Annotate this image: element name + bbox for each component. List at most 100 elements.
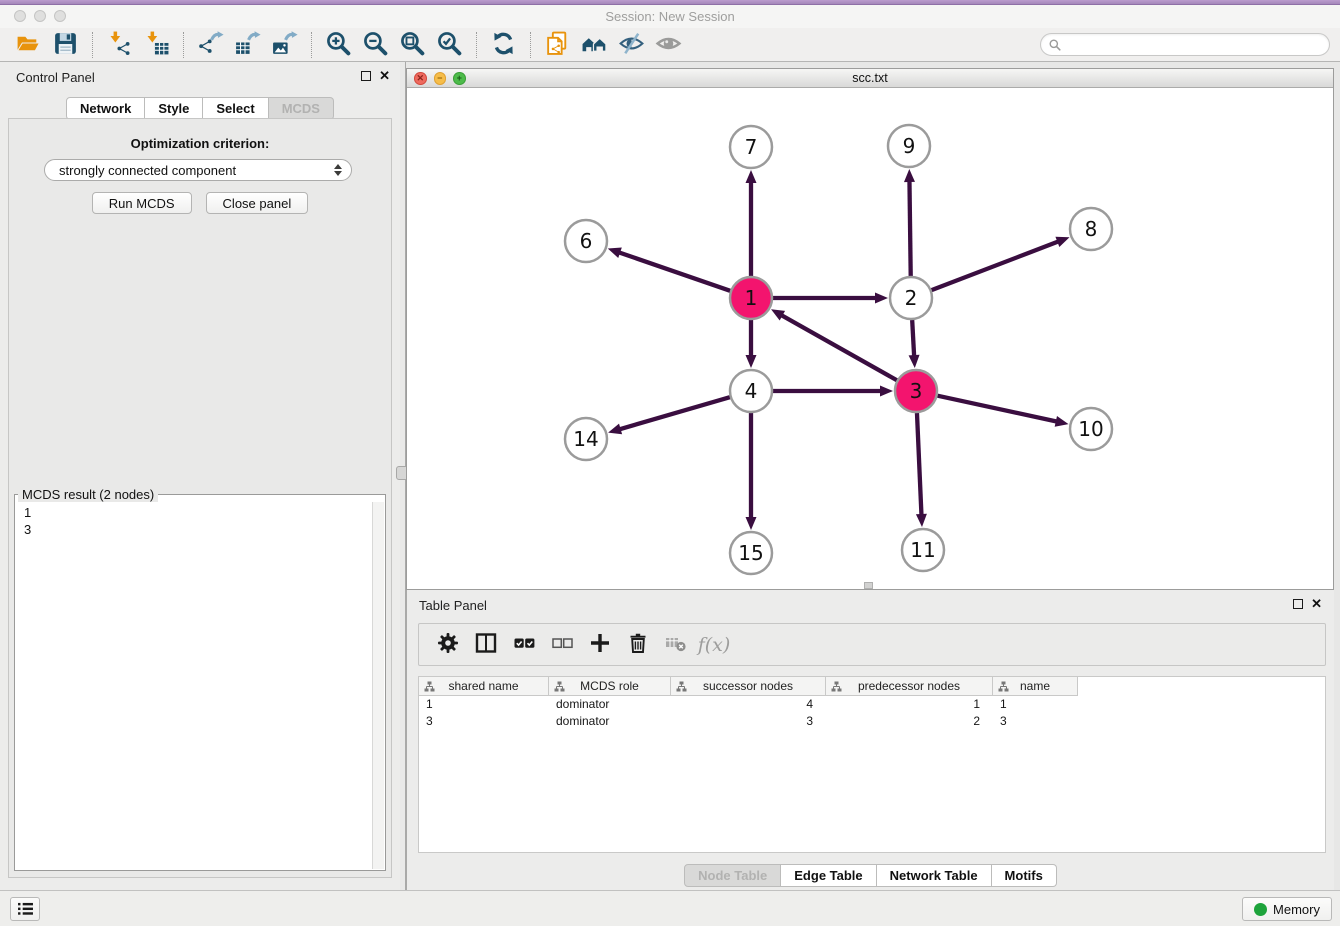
clone-network-button[interactable] — [539, 30, 576, 60]
svg-text:1: 1 — [745, 286, 758, 310]
home-button[interactable] — [576, 30, 613, 60]
network-window-titlebar[interactable]: ✕ − + scc.txt — [407, 69, 1333, 88]
graph-node-14[interactable]: 14 — [565, 418, 607, 460]
graph-edge-1-2[interactable] — [773, 293, 888, 304]
column-header-shared-name[interactable]: shared name — [419, 677, 549, 696]
control-panel: Control Panel ✕ NetworkStyleSelectMCDS O… — [0, 62, 400, 890]
svg-text:10: 10 — [1078, 417, 1103, 441]
select-all-button[interactable] — [505, 628, 543, 662]
refresh-button[interactable] — [485, 30, 522, 60]
function-builder-button: f(x) — [695, 628, 733, 662]
graph-edge-3-10[interactable] — [937, 396, 1068, 427]
import-network-button[interactable] — [101, 30, 138, 60]
graph-node-8[interactable]: 8 — [1070, 208, 1112, 250]
vizmapper-button[interactable] — [613, 30, 650, 60]
zoom-fit-button[interactable] — [394, 30, 431, 60]
network-canvas[interactable]: 7 9 6 8 1 2 4 3 14 10 15 11 — [407, 89, 1333, 589]
memory-button[interactable]: Memory — [1242, 897, 1332, 921]
graph-node-6[interactable]: 6 — [565, 220, 607, 262]
cell-shared-name: 3 — [419, 713, 549, 730]
graph-edge-1-6[interactable] — [608, 248, 730, 291]
float-table-panel-icon[interactable] — [1293, 599, 1303, 609]
toolbar-separator — [476, 32, 477, 58]
tab-style[interactable]: Style — [145, 97, 203, 120]
run-mcds-button[interactable]: Run MCDS — [92, 192, 192, 214]
export-network-button[interactable] — [192, 30, 229, 60]
import-table-icon — [143, 30, 170, 60]
deselect-all-button[interactable] — [543, 628, 581, 662]
criterion-select[interactable]: strongly connected component — [44, 159, 352, 181]
delete-table-icon — [664, 631, 688, 658]
graph-edge-3-1[interactable] — [771, 309, 897, 380]
tab-motifs[interactable]: Motifs — [992, 864, 1057, 887]
column-header-MCDS-role[interactable]: MCDS role — [549, 677, 671, 696]
canvas-splitter-handle-icon[interactable] — [864, 582, 873, 589]
import-table-button[interactable] — [138, 30, 175, 60]
tab-node-table[interactable]: Node Table — [684, 864, 781, 887]
control-panel-controls: ✕ — [361, 70, 390, 82]
graph-node-10[interactable]: 10 — [1070, 408, 1112, 450]
tab-network[interactable]: Network — [66, 97, 145, 120]
graph-edge-2-3[interactable] — [909, 320, 920, 368]
show-columns-icon — [474, 631, 498, 658]
tab-select[interactable]: Select — [203, 97, 268, 120]
task-history-button[interactable] — [10, 897, 40, 921]
eye-button[interactable] — [650, 30, 687, 60]
tab-mcds[interactable]: MCDS — [269, 97, 334, 120]
result-scrollbar[interactable] — [372, 502, 384, 869]
tab-edge-table[interactable]: Edge Table — [781, 864, 876, 887]
graph-edge-4-3[interactable] — [773, 386, 893, 397]
graph-node-15[interactable]: 15 — [730, 532, 772, 574]
graph-edge-4-15[interactable] — [746, 413, 757, 530]
export-image-icon — [271, 30, 298, 60]
graph-node-1[interactable]: 1 — [730, 277, 772, 319]
add-row-button[interactable] — [581, 628, 619, 662]
show-columns-button[interactable] — [467, 628, 505, 662]
close-panel-icon[interactable]: ✕ — [379, 70, 390, 82]
table-panel-controls: ✕ — [1293, 598, 1322, 610]
close-panel-button[interactable]: Close panel — [206, 192, 309, 214]
tab-network-table[interactable]: Network Table — [877, 864, 992, 887]
svg-text:2: 2 — [905, 286, 918, 310]
graph-node-3[interactable]: 3 — [895, 370, 937, 412]
delete-row-button[interactable] — [619, 628, 657, 662]
zoom-selected-button[interactable] — [431, 30, 468, 60]
cell-successor-nodes: 4 — [671, 696, 826, 713]
zoom-selected-icon — [436, 30, 463, 60]
graph-node-9[interactable]: 9 — [888, 125, 930, 167]
zoom-out-button[interactable] — [357, 30, 394, 60]
mcds-panel: Optimization criterion: strongly connect… — [8, 118, 392, 878]
column-header-name[interactable]: name — [993, 677, 1078, 696]
open-session-button[interactable] — [10, 30, 47, 60]
table-row[interactable]: 1dominator411 — [419, 696, 1325, 713]
graph-edge-2-9[interactable] — [904, 169, 915, 276]
search-input[interactable] — [1066, 37, 1321, 52]
graph-edge-1-7[interactable] — [746, 170, 757, 276]
close-table-panel-icon[interactable]: ✕ — [1311, 598, 1322, 610]
graph-node-4[interactable]: 4 — [730, 370, 772, 412]
memory-label: Memory — [1273, 902, 1320, 917]
graph-node-2[interactable]: 2 — [890, 277, 932, 319]
graph-edge-2-8[interactable] — [932, 237, 1070, 290]
toolbar-separator — [92, 32, 93, 58]
export-table-button[interactable] — [229, 30, 266, 60]
graph-edge-1-4[interactable] — [746, 320, 757, 368]
table-row[interactable]: 3dominator323 — [419, 713, 1325, 730]
zoom-in-icon — [325, 30, 352, 60]
search-box[interactable] — [1040, 33, 1330, 56]
column-header-successor-nodes[interactable]: successor nodes — [671, 677, 826, 696]
graph-edge-3-11[interactable] — [916, 413, 927, 527]
save-session-button[interactable] — [47, 30, 84, 60]
settings-button[interactable] — [429, 628, 467, 662]
result-line: 1 — [24, 504, 371, 521]
toolbar-separator — [183, 32, 184, 58]
zoom-in-button[interactable] — [320, 30, 357, 60]
graph-node-7[interactable]: 7 — [730, 126, 772, 168]
float-panel-icon[interactable] — [361, 71, 371, 81]
column-header-predecessor-nodes[interactable]: predecessor nodes — [826, 677, 993, 696]
export-image-button[interactable] — [266, 30, 303, 60]
graph-edge-4-14[interactable] — [608, 397, 730, 434]
network-graph[interactable]: 7 9 6 8 1 2 4 3 14 10 15 11 — [407, 89, 1333, 589]
graph-node-11[interactable]: 11 — [902, 529, 944, 571]
mcds-result-title: MCDS result (2 nodes) — [18, 487, 158, 502]
